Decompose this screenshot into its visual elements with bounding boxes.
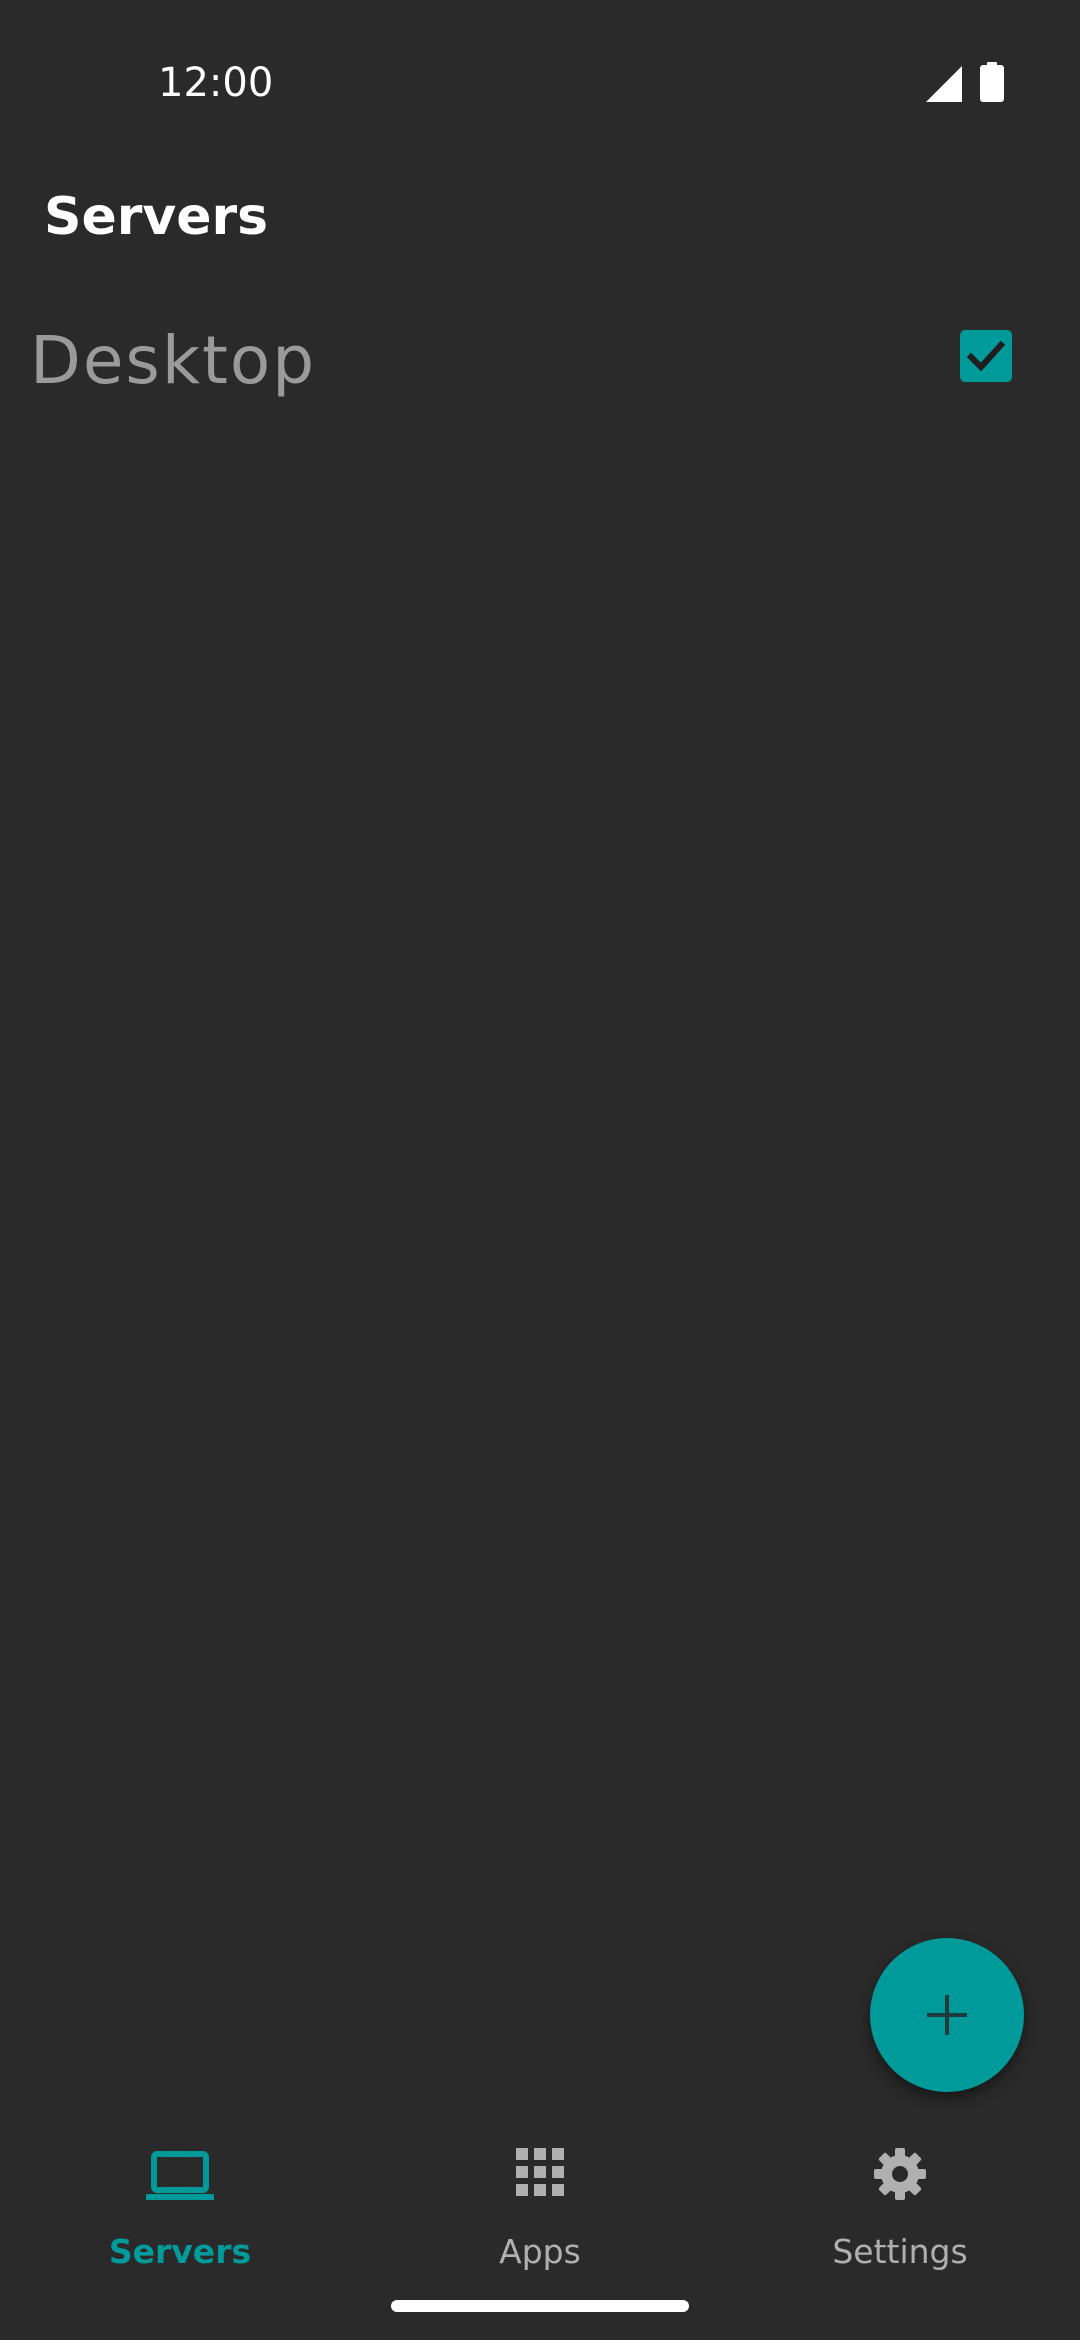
plus-icon [927,1995,967,2035]
nav-item-apps[interactable]: Apps [360,2110,720,2290]
status-bar: 12:00 [0,0,1080,120]
servers-screen: 12:00 Servers Desktop Servers Apps Setti… [0,0,1080,2340]
laptop-icon [146,2151,214,2200]
battery-icon [980,62,1004,102]
nav-label-servers: Servers [108,2232,252,2271]
page-title: Servers [44,187,269,247]
status-time: 12:00 [158,60,274,106]
add-server-button[interactable] [870,1938,1024,2092]
nav-item-settings[interactable]: Settings [720,2110,1080,2290]
nav-label-settings: Settings [832,2232,968,2271]
home-indicator[interactable] [391,2300,689,2312]
checkmark-icon [966,340,1006,372]
server-list-item[interactable]: Desktop [0,300,1080,420]
server-selected-checkbox[interactable] [960,330,1012,382]
cell-signal-icon [926,66,962,102]
gear-icon [874,2148,926,2200]
server-name: Desktop [30,322,317,399]
grid-icon [516,2148,564,2196]
bottom-navigation: Servers Apps Settings [0,2110,1080,2290]
nav-label-apps: Apps [499,2232,581,2271]
nav-item-servers[interactable]: Servers [0,2110,360,2290]
